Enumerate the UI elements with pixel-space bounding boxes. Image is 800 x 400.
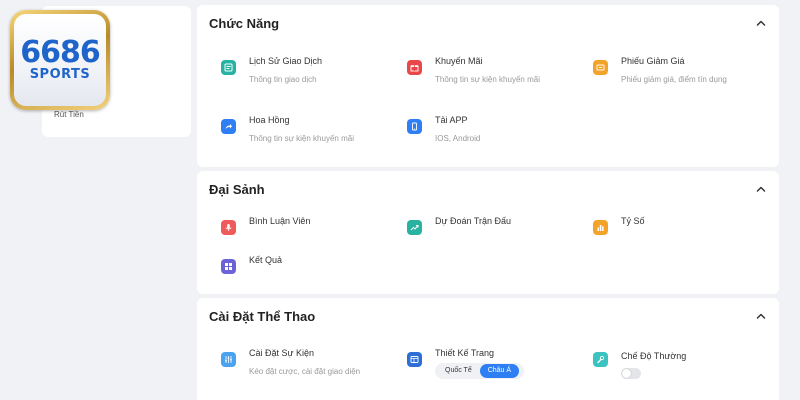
menu-item-label: Lịch Sử Giao Dịch [249, 56, 323, 66]
menu-item-event-settings[interactable]: Cài Đặt Sự Kiện Kéo đặt cược, cài đặt gi… [221, 347, 360, 377]
brand-logo-inner: 6686 SPORTS [14, 14, 106, 106]
toggle-knob [622, 369, 631, 378]
sliders-icon [221, 352, 236, 367]
option-asia[interactable]: Châu Á [479, 364, 520, 378]
menu-item-commission[interactable]: Hoa Hồng Thông tin sự kiện khuyến mãi [221, 114, 354, 144]
brand-logo[interactable]: 6686 SPORTS [10, 10, 110, 110]
menu-item-normal-mode: Chế Độ Thường [593, 347, 686, 379]
menu-item-label: Kết Quả [249, 255, 283, 265]
lobby-title: Đại Sảnh [209, 182, 265, 197]
menu-item-desc: Thông tin sự kiện khuyến mãi [249, 134, 354, 143]
menu-item-label: Tỷ Số [621, 216, 645, 226]
menu-item-desc: Thông tin sự kiện khuyến mãi [435, 75, 540, 84]
lobby-panel: Đại Sảnh Bình Luận Viên Dự Đoán Trận Đấu… [197, 171, 779, 294]
menu-item-label: Khuyến Mãi [435, 56, 483, 66]
phone-icon [407, 119, 422, 134]
bar-chart-icon [593, 220, 608, 235]
withdraw-label[interactable]: Rút Tiền [54, 110, 84, 119]
wrench-icon [593, 352, 608, 367]
ticket-icon [593, 60, 608, 75]
normal-mode-toggle[interactable] [621, 368, 641, 379]
menu-item-coupons[interactable]: Phiếu Giảm Giá Phiếu giảm giá, điểm tín … [593, 55, 727, 85]
menu-item-label: Dự Đoán Trận Đấu [435, 216, 512, 226]
menu-item-match-prediction[interactable]: Dự Đoán Trận Đấu [407, 215, 511, 235]
menu-item-label: Phiếu Giảm Giá [621, 56, 685, 66]
menu-item-desc: Kéo đặt cược, cài đặt giao diện [249, 367, 361, 376]
menu-item-page-design: Thiết Kế Trang Quốc Tế Châu Á [407, 347, 524, 379]
sports-settings-panel: Cài Đặt Thể Thao Cài Đặt Sự Kiện Kéo đặt… [197, 298, 779, 400]
menu-item-download-app[interactable]: Tải APP IOS, Android [407, 114, 480, 144]
chevron-up-icon[interactable] [755, 310, 767, 322]
layout-segmented-control: Quốc Tế Châu Á [435, 363, 524, 379]
menu-item-label: Hoa Hồng [249, 115, 290, 125]
microphone-icon [221, 220, 236, 235]
menu-item-label: Tải APP [435, 115, 468, 125]
chevron-up-icon[interactable] [755, 183, 767, 195]
sports-settings-title: Cài Đặt Thể Thao [209, 309, 316, 324]
menu-item-desc: IOS, Android [435, 134, 481, 143]
gift-icon [407, 60, 422, 75]
trend-icon [407, 220, 422, 235]
share-icon [221, 119, 236, 134]
menu-item-score[interactable]: Tỷ Số [593, 215, 645, 235]
list-icon [221, 60, 236, 75]
layout-icon [407, 352, 422, 367]
menu-item-label: Cài Đặt Sự Kiện [249, 348, 315, 358]
grid-icon [221, 259, 236, 274]
menu-item-desc: Thông tin giao dịch [249, 75, 317, 84]
menu-item-promotions[interactable]: Khuyến Mãi Thông tin sự kiện khuyến mãi [407, 55, 540, 85]
functions-title: Chức Năng [209, 16, 280, 31]
menu-item-desc: Phiếu giảm giá, điểm tín dụng [621, 75, 727, 84]
chevron-up-icon[interactable] [755, 17, 767, 29]
menu-item-label: Chế Độ Thường [621, 351, 687, 361]
menu-item-commentator[interactable]: Bình Luận Viên [221, 215, 310, 235]
option-international[interactable]: Quốc Tế [437, 364, 480, 378]
functions-panel: Chức Năng Lịch Sử Giao Dịch Thông tin gi… [197, 5, 779, 167]
menu-item-results[interactable]: Kết Quả [221, 254, 282, 274]
menu-item-label: Bình Luận Viên [249, 216, 311, 226]
logo-sub: SPORTS [29, 67, 91, 82]
logo-number: 6686 [20, 35, 100, 70]
menu-item-label: Thiết Kế Trang [435, 348, 495, 358]
menu-item-transactions[interactable]: Lịch Sử Giao Dịch Thông tin giao dịch [221, 55, 322, 85]
